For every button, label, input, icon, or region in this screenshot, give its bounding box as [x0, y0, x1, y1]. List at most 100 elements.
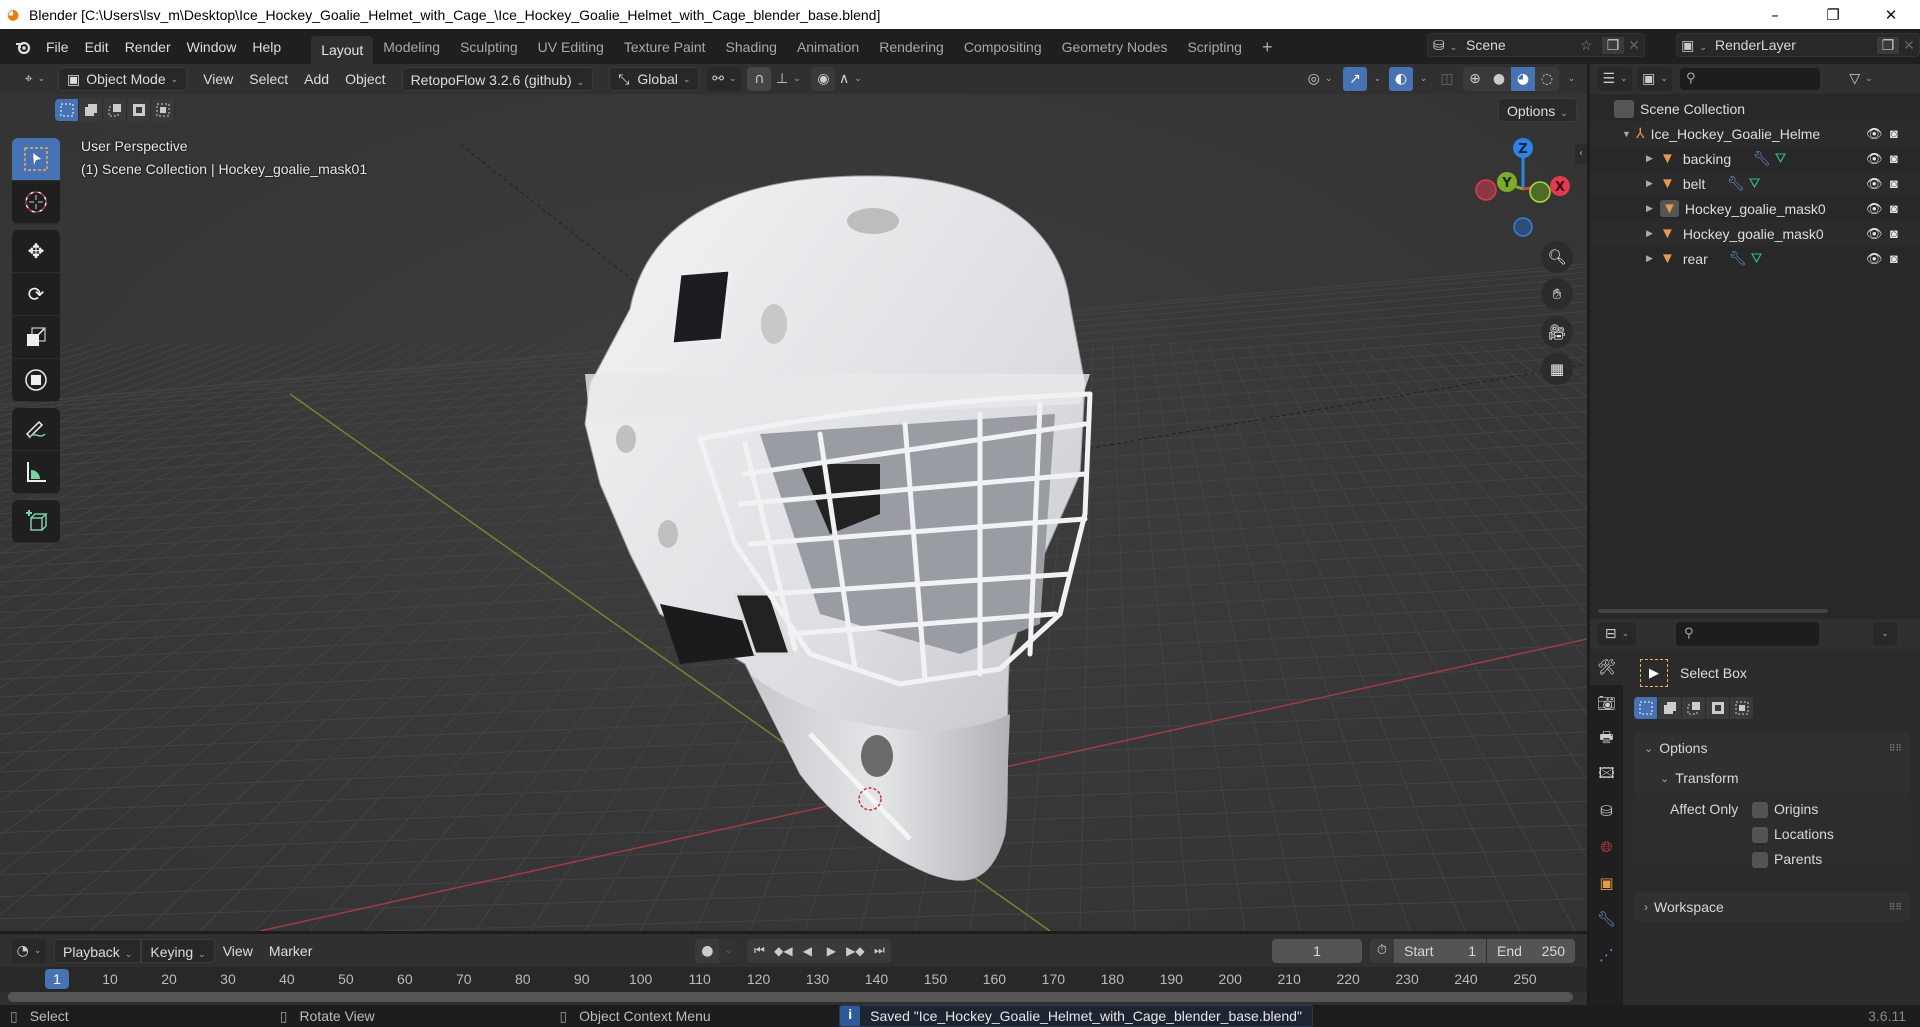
delete-view-layer-icon[interactable]: ✕ — [1899, 37, 1919, 54]
playhead[interactable]: 1 — [45, 969, 69, 989]
properties-search-input[interactable]: ⚲ — [1676, 622, 1819, 646]
play-icon[interactable]: ▶ — [819, 938, 844, 963]
properties-editor-type-icon[interactable]: ⊟ ⌄ — [1598, 622, 1636, 646]
tool-rotate[interactable]: ⟳ — [12, 273, 60, 316]
expand-toggle-icon[interactable]: ▶ — [1646, 153, 1660, 164]
tab-output-icon[interactable]: 🖶︎ — [1590, 721, 1623, 757]
shading-dropdown-icon[interactable]: ⌄ — [1559, 67, 1579, 91]
tool-measure[interactable] — [12, 451, 60, 494]
visibility-icon[interactable]: 👁︎ — [1866, 251, 1883, 267]
menu-select[interactable]: Select — [241, 67, 296, 91]
visibility-icon[interactable]: 👁︎ — [1866, 176, 1883, 192]
select-extend-icon[interactable] — [79, 99, 103, 121]
outliner-row-scene-collection[interactable]: Scene Collection — [1590, 96, 1920, 121]
shading-material-icon[interactable]: ◕ — [1511, 67, 1535, 91]
visibility-icon[interactable]: 👁︎ — [1866, 151, 1883, 167]
shading-wireframe-icon[interactable]: ⊕ — [1463, 67, 1487, 91]
ortho-toggle-icon[interactable]: ▦ — [1541, 353, 1573, 385]
modifier-icon[interactable]: 🔧︎ — [1727, 175, 1745, 192]
shading-solid-icon[interactable]: ● — [1487, 67, 1511, 91]
tab-modifiers-icon[interactable]: 🔧︎ — [1590, 901, 1623, 937]
render-toggle-icon[interactable]: ◙ — [1890, 226, 1898, 241]
pin-icon[interactable]: ☆ — [1580, 37, 1602, 54]
outliner-row-active[interactable]: ▶ ▼ Hockey_goalie_mask0 👁︎ ◙ — [1590, 196, 1920, 221]
tab-uv-editing[interactable]: UV Editing — [528, 33, 614, 61]
tab-render-icon[interactable]: 📷︎ — [1590, 685, 1623, 721]
outliner-row[interactable]: ▶ ▼ backing 🔧︎ ⛛ 👁︎ ◙ — [1590, 146, 1920, 171]
minimize-button[interactable]: – — [1746, 0, 1804, 29]
tab-sculpting[interactable]: Sculpting — [450, 33, 528, 61]
select-new-icon[interactable] — [55, 99, 79, 121]
render-toggle-icon[interactable]: ◙ — [1890, 151, 1898, 166]
menu-edit[interactable]: Edit — [77, 34, 117, 60]
drag-handle-icon[interactable]: ⠿⠿ — [1889, 902, 1902, 913]
menu-view[interactable]: View — [195, 67, 241, 91]
menu-add[interactable]: Add — [296, 67, 337, 91]
tab-shading[interactable]: Shading — [716, 33, 787, 61]
new-view-layer-icon[interactable]: ❐ — [1877, 36, 1899, 54]
select-subtract-icon[interactable] — [1682, 697, 1706, 719]
visibility-selector-icon[interactable]: ◎ ⌄ — [1303, 67, 1337, 91]
select-extend-icon[interactable] — [1658, 697, 1682, 719]
pivot-point-icon[interactable]: ⚯ ⌄ — [707, 67, 742, 91]
editor-type-icon[interactable]: ⌖ ⌄ — [18, 67, 52, 91]
3d-viewport[interactable]: User Perspective (1) Scene Collection | … — [0, 94, 1587, 931]
tab-object-icon[interactable]: ▣ — [1590, 865, 1623, 901]
menu-help[interactable]: Help — [244, 34, 289, 60]
tab-modeling[interactable]: Modeling — [373, 33, 450, 61]
select-subtract-icon[interactable] — [103, 99, 127, 121]
tool-select-box[interactable] — [12, 138, 60, 181]
falloff-icon[interactable]: ∧ ⌄ — [835, 67, 865, 91]
blender-menu-icon[interactable] — [12, 36, 34, 58]
zoom-view-icon[interactable]: 🔍︎ — [1541, 241, 1573, 273]
overlay-dropdown-icon[interactable]: ⌄ — [1413, 67, 1429, 91]
render-toggle-icon[interactable]: ◙ — [1890, 176, 1898, 191]
tool-move[interactable]: ✥ — [12, 230, 60, 273]
select-difference-icon[interactable] — [1706, 697, 1730, 719]
delete-scene-icon[interactable]: ✕ — [1624, 37, 1644, 54]
visibility-icon[interactable]: 👁︎ — [1866, 126, 1883, 142]
menu-object[interactable]: Object — [337, 67, 393, 91]
select-new-icon[interactable] — [1634, 697, 1658, 719]
play-reverse-icon[interactable]: ◀ — [795, 938, 820, 963]
filter-icon[interactable]: ▽ ⌄ — [1844, 67, 1878, 91]
close-button[interactable]: ✕ — [1862, 0, 1920, 29]
keying-dropdown-icon[interactable]: ⌄ — [719, 938, 738, 963]
new-scene-icon[interactable]: ❐ — [1602, 36, 1624, 54]
transform-orientation[interactable]: ⤡ Global ⌄ — [609, 67, 700, 91]
workspace-panel[interactable]: › Workspace ⠿⠿ — [1634, 892, 1910, 922]
tool-add-cube[interactable] — [12, 500, 60, 543]
tab-scripting[interactable]: Scripting — [1177, 33, 1251, 61]
tab-tool-icon[interactable]: 🛠︎ — [1590, 649, 1623, 685]
select-intersect-icon[interactable] — [151, 99, 175, 121]
select-difference-icon[interactable] — [127, 99, 151, 121]
prev-keyframe-icon[interactable]: ◆◀ — [771, 938, 796, 963]
navigation-gizmo[interactable]: Z Y X — [1470, 134, 1580, 244]
tab-particles-icon[interactable]: ⋰ — [1590, 937, 1623, 973]
mesh-data-icon[interactable]: ⛛ — [1749, 175, 1761, 192]
render-toggle-icon[interactable]: ◙ — [1890, 126, 1898, 141]
expand-toggle-icon[interactable]: ▶ — [1646, 178, 1660, 189]
locations-checkbox[interactable]: Locations — [1752, 826, 1834, 844]
drag-handle-icon[interactable]: ⠿⠿ — [1889, 743, 1902, 754]
jump-start-icon[interactable]: ⏮ — [747, 938, 772, 963]
overlay-toggle-icon[interactable]: ◐ — [1389, 67, 1413, 91]
current-frame-field[interactable]: 1 — [1272, 938, 1362, 963]
timeline-view-menu[interactable]: View — [215, 939, 261, 963]
end-frame-field[interactable]: End 250 — [1487, 938, 1575, 963]
render-toggle-icon[interactable]: ◙ — [1890, 251, 1898, 266]
tool-scale[interactable] — [12, 316, 60, 359]
timeline-editor-type-icon[interactable]: ◔ ⌄ — [12, 938, 46, 963]
marker-menu[interactable]: Marker — [261, 939, 321, 963]
add-workspace-button[interactable]: + — [1252, 33, 1283, 61]
mesh-data-icon[interactable]: ⛛ — [1751, 250, 1763, 267]
auto-keying-icon[interactable]: ● — [695, 938, 720, 963]
gizmo-dropdown-icon[interactable]: ⌄ — [1367, 67, 1383, 91]
expand-toggle-icon[interactable]: ▶ — [1646, 253, 1660, 264]
viewport-options-button[interactable]: Options ⌄ — [1498, 98, 1577, 122]
tab-view-layer-icon[interactable]: 🖾︎ — [1590, 757, 1623, 793]
gizmo-toggle-icon[interactable]: ↗ — [1343, 67, 1367, 91]
menu-file[interactable]: File — [38, 34, 77, 60]
tab-scene-icon[interactable]: ⛁ — [1590, 793, 1623, 829]
xray-toggle-icon[interactable]: ◫ — [1435, 67, 1459, 91]
